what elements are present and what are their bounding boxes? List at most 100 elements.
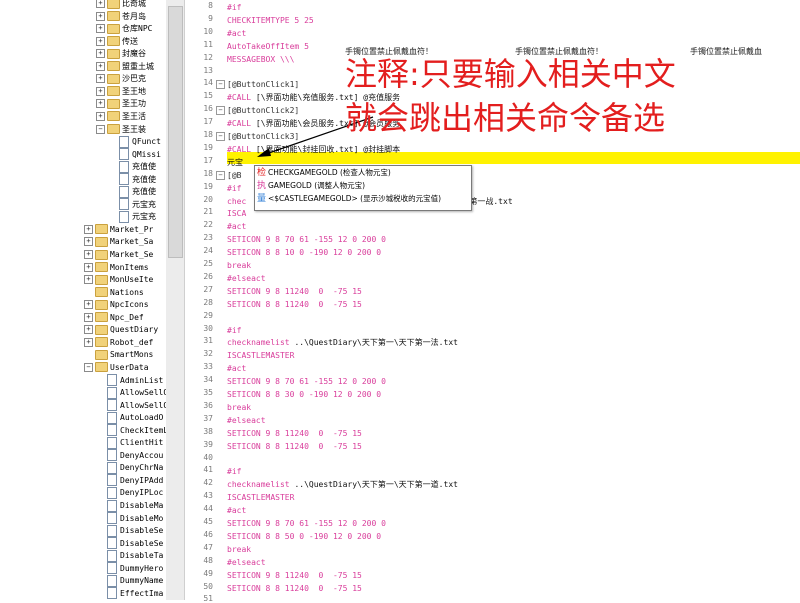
tree-item[interactable]: DisableMo	[96, 512, 163, 525]
expand-icon[interactable]: +	[84, 224, 93, 234]
code-line[interactable]: AutoTakeOffItem 5	[227, 40, 309, 53]
collapse-icon[interactable]: −	[84, 362, 93, 372]
code-line[interactable]: #if	[227, 324, 241, 337]
expand-icon[interactable]: +	[84, 275, 93, 285]
tree-item[interactable]: SmartMons	[84, 348, 153, 361]
code-line[interactable]: SETICON 9 8 11240 0 -75 15	[227, 569, 362, 582]
code-line[interactable]: SETICON 9 8 70 61 -155 12 0 200 0	[227, 233, 386, 246]
tree-item[interactable]: DummyHero	[96, 562, 163, 575]
expand-icon[interactable]: +	[96, 74, 105, 84]
tree-item[interactable]: DummyName	[96, 574, 163, 587]
tree-item[interactable]: + Npc_Def	[84, 311, 144, 324]
tree-item[interactable]: ClientHit	[96, 436, 163, 449]
expand-icon[interactable]: +	[96, 111, 105, 121]
code-line[interactable]: #elseact	[227, 556, 266, 569]
tree-item[interactable]: + 苍月岛	[96, 10, 146, 23]
tree-item[interactable]: 充值使	[108, 185, 156, 198]
code-line[interactable]: MESSAGEBOX \\\	[227, 53, 294, 66]
tree-item[interactable]: + 盟重土城	[96, 60, 154, 73]
expand-icon[interactable]: +	[96, 99, 105, 109]
expand-icon[interactable]: +	[84, 325, 93, 335]
tree-item[interactable]: − UserData	[84, 361, 149, 374]
tree-item[interactable]: + 仓库NPC	[96, 22, 152, 35]
expand-icon[interactable]: +	[96, 0, 105, 8]
fold-toggle-icon[interactable]: −	[216, 80, 225, 90]
code-line[interactable]: [@ButtonClick1]	[227, 78, 299, 91]
tree-item[interactable]: + 传送	[96, 35, 138, 48]
tree-item[interactable]: + 沙巴克	[96, 72, 146, 85]
code-line[interactable]: 元宝	[227, 156, 243, 169]
tree-item[interactable]: + MonUseIte	[84, 273, 153, 286]
code-line[interactable]: SETICON 9 8 11240 0 -75 15	[227, 427, 362, 440]
tree-item[interactable]: DenyIPAdd	[96, 474, 163, 487]
expand-icon[interactable]: +	[96, 11, 105, 21]
code-line[interactable]: #if	[227, 182, 241, 195]
tree-item[interactable]: 充值使	[108, 160, 156, 173]
code-line[interactable]: #elseact	[227, 414, 266, 427]
code-line[interactable]: SETICON 8 8 50 0 -190 12 0 200 0	[227, 530, 381, 543]
tree-item[interactable]: 充值使	[108, 173, 156, 186]
code-line[interactable]: ISCASTLEMASTER	[227, 349, 294, 362]
fold-toggle-icon[interactable]: −	[216, 106, 225, 116]
code-line[interactable]: #act	[227, 220, 246, 233]
scrollbar-thumb[interactable]	[168, 6, 183, 258]
expand-icon[interactable]: +	[96, 61, 105, 71]
expand-icon[interactable]: +	[84, 250, 93, 259]
tree-item[interactable]: + Market_Pr	[84, 223, 153, 236]
code-line[interactable]: checknamelist ..\QuestDiary\天下第一\天下第一法.t…	[227, 336, 458, 349]
code-line[interactable]: SETICON 8 8 11240 0 -75 15	[227, 582, 362, 595]
tree-item[interactable]: + QuestDiary	[84, 323, 158, 336]
tree-item[interactable]: + 封魔谷	[96, 47, 146, 60]
code-line[interactable]: SETICON 9 8 70 61 -155 12 0 200 0	[227, 375, 386, 388]
code-line[interactable]: SETICON 8 8 10 0 -190 12 0 200 0	[227, 246, 381, 259]
tree-item[interactable]: + 圣王地	[96, 85, 146, 98]
code-line[interactable]: #if	[227, 1, 241, 14]
tree-item[interactable]: CheckItemL	[96, 424, 166, 437]
collapse-icon[interactable]: −	[96, 124, 105, 134]
expand-icon[interactable]: +	[84, 300, 93, 310]
expand-icon[interactable]: +	[96, 36, 105, 46]
code-line[interactable]: CHECKITEMTYPE 5 25	[227, 14, 314, 27]
expand-icon[interactable]: +	[96, 24, 105, 34]
tree-item[interactable]: DenyIPLoc	[96, 486, 163, 499]
code-line[interactable]: SETICON 8 8 11240 0 -75 15	[227, 440, 362, 453]
expand-icon[interactable]: +	[84, 237, 93, 247]
autocomplete-item[interactable]: 执 GAMEGOLD (调整人物元宝)	[255, 179, 471, 192]
tree-item[interactable]: + NpcIcons	[84, 298, 149, 311]
tree-item[interactable]: QMissi	[108, 148, 161, 161]
tree-item[interactable]: QFunct	[108, 135, 161, 148]
tree-item[interactable]: + 圣王功	[96, 97, 146, 110]
tree-item[interactable]: DisableSe	[96, 537, 163, 550]
tree-item[interactable]: 元宝充	[108, 210, 156, 223]
tree-item[interactable]: + 比奇城	[96, 0, 146, 10]
code-line[interactable]: #act	[227, 362, 246, 375]
code-line[interactable]: [@B	[227, 169, 241, 182]
code-line[interactable]: ISCA	[227, 207, 246, 220]
code-line[interactable]: SETICON 9 8 70 61 -155 12 0 200 0	[227, 517, 386, 530]
code-line[interactable]: #elseact	[227, 272, 266, 285]
tree-item[interactable]: DenyAccou	[96, 449, 163, 462]
tree-item[interactable]: + MonItems	[84, 261, 149, 274]
tree-item[interactable]: AllowSellO	[96, 386, 166, 399]
code-line[interactable]: SETICON 8 8 11240 0 -75 15	[227, 298, 362, 311]
expand-icon[interactable]: +	[96, 49, 105, 59]
tree-item[interactable]: AutoLoadO	[96, 411, 163, 424]
tree-item[interactable]: AllowSellO	[96, 399, 166, 412]
code-line[interactable]: break	[227, 259, 251, 272]
code-line[interactable]: SETICON 8 8 30 0 -190 12 0 200 0	[227, 388, 381, 401]
expand-icon[interactable]: +	[84, 312, 93, 322]
code-line[interactable]: SETICON 9 8 11240 0 -75 15	[227, 285, 362, 298]
autocomplete-item[interactable]: 量 <$CASTLEGAMEGOLD> (显示沙城税收的元宝值)	[255, 192, 471, 205]
code-line[interactable]: break	[227, 401, 251, 414]
tree-item[interactable]: DenyChrNa	[96, 461, 163, 474]
tree-item[interactable]: 元宝充	[108, 198, 156, 211]
code-line[interactable]: checknamelist ..\QuestDiary\天下第一\天下第一道.t…	[227, 478, 458, 491]
tree-item[interactable]: Nations	[84, 286, 144, 299]
fold-toggle-icon[interactable]: −	[216, 170, 225, 180]
tree-item[interactable]: DisableSe	[96, 524, 163, 537]
tree-item[interactable]: EffectIma	[96, 587, 163, 600]
code-line[interactable]: break	[227, 543, 251, 556]
tree-item[interactable]: DisableTa	[96, 549, 163, 562]
code-line[interactable]: #act	[227, 504, 246, 517]
code-line[interactable]: ISCASTLEMASTER	[227, 491, 294, 504]
